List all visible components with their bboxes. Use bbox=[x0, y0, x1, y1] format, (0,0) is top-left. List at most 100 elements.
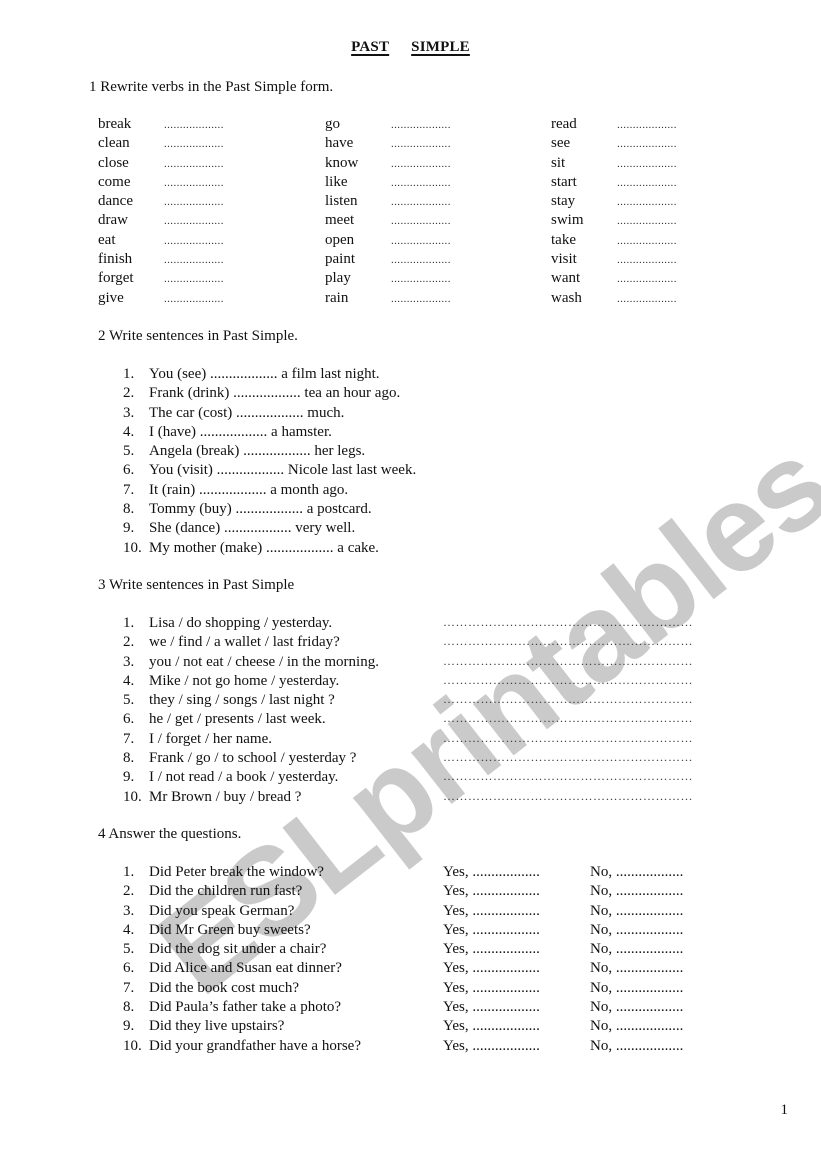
item-number: 1. bbox=[123, 366, 135, 382]
exercise-item: 6. he / get / presents / last week. ………………… bbox=[123, 711, 743, 730]
verb-answer-blank[interactable]: ................... bbox=[617, 177, 677, 189]
verb-answer-blank[interactable]: ................... bbox=[391, 119, 451, 131]
verb-row: listen................... bbox=[325, 193, 451, 212]
verb-answer-blank[interactable]: ................... bbox=[617, 235, 677, 247]
yes-answer-blank[interactable]: Yes, .................. bbox=[443, 960, 540, 977]
exercise-item: 4. I (have) .................. a hamster. bbox=[123, 424, 523, 443]
item-prompt: we / find / a wallet / last friday? bbox=[149, 634, 340, 651]
item-number: 6. bbox=[123, 462, 135, 479]
verb-answer-blank[interactable]: ................... bbox=[391, 177, 451, 189]
no-answer-blank[interactable]: No, .................. bbox=[590, 999, 683, 1016]
verb-answer-blank[interactable]: ................... bbox=[617, 119, 677, 131]
verb-answer-blank[interactable]: ................... bbox=[391, 215, 451, 227]
no-answer-blank[interactable]: No, .................. bbox=[590, 980, 683, 997]
yes-answer-blank[interactable]: Yes, .................. bbox=[443, 883, 540, 900]
no-answer-blank[interactable]: No, .................. bbox=[590, 1038, 683, 1055]
verb-answer-blank[interactable]: ................... bbox=[164, 293, 224, 305]
answer-line[interactable]: …………………………………………………… bbox=[443, 750, 693, 765]
verb-answer-blank[interactable]: ................... bbox=[391, 273, 451, 285]
verb-answer-blank[interactable]: ................... bbox=[391, 138, 451, 150]
verb-row: close................... bbox=[98, 155, 224, 174]
no-answer-blank[interactable]: No, .................. bbox=[590, 922, 683, 939]
item-number: 10. bbox=[123, 788, 142, 805]
no-answer-blank[interactable]: No, .................. bbox=[590, 864, 683, 881]
verb-answer-blank[interactable]: ................... bbox=[617, 273, 677, 285]
answer-line[interactable]: …………………………………………………… bbox=[443, 769, 693, 784]
no-answer-blank[interactable]: No, .................. bbox=[590, 903, 683, 920]
verb-row: like................... bbox=[325, 174, 451, 193]
yes-answer-blank[interactable]: Yes, .................. bbox=[443, 864, 540, 881]
verb-answer-blank[interactable]: ................... bbox=[391, 254, 451, 266]
verb-answer-blank[interactable]: ................... bbox=[164, 235, 224, 247]
yes-answer-blank[interactable]: Yes, .................. bbox=[443, 980, 540, 997]
yes-answer-blank[interactable]: Yes, .................. bbox=[443, 1038, 540, 1055]
answer-line[interactable]: …………………………………………………… bbox=[443, 634, 693, 649]
verb-row: finish................... bbox=[98, 251, 224, 270]
verb-row: start................... bbox=[551, 174, 677, 193]
verb-label: come bbox=[98, 173, 131, 190]
exercise-item: 2. we / find / a wallet / last friday? ………… bbox=[123, 634, 743, 653]
verb-label: know bbox=[325, 154, 359, 171]
verb-answer-blank[interactable]: ................... bbox=[391, 235, 451, 247]
verb-answer-blank[interactable]: ................... bbox=[391, 293, 451, 305]
verb-row: swim................... bbox=[551, 212, 677, 231]
verb-answer-blank[interactable]: ................... bbox=[164, 215, 224, 227]
verb-row: read................... bbox=[551, 116, 677, 135]
verb-row: open................... bbox=[325, 232, 451, 251]
item-text: You (see) .................. a film last… bbox=[149, 366, 380, 382]
item-number: 7. bbox=[123, 730, 135, 747]
verb-answer-blank[interactable]: ................... bbox=[391, 196, 451, 208]
item-number: 7. bbox=[123, 979, 135, 996]
yes-answer-blank[interactable]: Yes, .................. bbox=[443, 903, 540, 920]
item-text: You (visit) .................. Nicole la… bbox=[149, 462, 417, 479]
verb-row: wash................... bbox=[551, 290, 677, 309]
verb-answer-blank[interactable]: ................... bbox=[164, 119, 224, 131]
verb-answer-blank[interactable]: ................... bbox=[164, 196, 224, 208]
verb-answer-blank[interactable]: ................... bbox=[391, 158, 451, 170]
section2-list: 1. You (see) .................. a film la… bbox=[123, 366, 523, 559]
verb-column: break................... clean...........… bbox=[98, 116, 224, 309]
verb-answer-blank[interactable]: ................... bbox=[617, 293, 677, 305]
answer-line[interactable]: …………………………………………………… bbox=[443, 731, 693, 746]
page-number: 1 bbox=[780, 1102, 789, 1118]
verb-answer-blank[interactable]: ................... bbox=[617, 158, 677, 170]
item-number: 5. bbox=[123, 941, 135, 958]
item-number: 9. bbox=[123, 1018, 135, 1035]
no-answer-blank[interactable]: No, .................. bbox=[590, 883, 683, 900]
verb-row: forget................... bbox=[98, 270, 224, 289]
verb-row: come................... bbox=[98, 174, 224, 193]
verb-answer-blank[interactable]: ................... bbox=[164, 138, 224, 150]
answer-line[interactable]: …………………………………………………… bbox=[443, 615, 693, 630]
verb-answer-blank[interactable]: ................... bbox=[617, 254, 677, 266]
verb-answer-blank[interactable]: ................... bbox=[164, 273, 224, 285]
verb-answer-blank[interactable]: ................... bbox=[164, 158, 224, 170]
item-number: 10. bbox=[123, 539, 142, 556]
answer-line[interactable]: …………………………………………………… bbox=[443, 673, 693, 688]
verb-answer-blank[interactable]: ................... bbox=[617, 215, 677, 227]
yes-answer-blank[interactable]: Yes, .................. bbox=[443, 941, 540, 958]
answer-line[interactable]: …………………………………………………… bbox=[443, 789, 693, 804]
item-text: She (dance) .................. very well… bbox=[149, 520, 356, 537]
no-answer-blank[interactable]: No, .................. bbox=[590, 1018, 683, 1035]
yes-answer-blank[interactable]: Yes, .................. bbox=[443, 999, 540, 1016]
verb-answer-blank[interactable]: ................... bbox=[164, 254, 224, 266]
no-answer-blank[interactable]: No, .................. bbox=[590, 960, 683, 977]
answer-line[interactable]: …………………………………………………… bbox=[443, 711, 693, 726]
section3-heading: 3 Write sentences in Past Simple bbox=[98, 577, 295, 593]
item-prompt: Mike / not go home / yesterday. bbox=[149, 672, 340, 689]
answer-line[interactable]: …………………………………………………… bbox=[443, 692, 693, 707]
verb-answer-blank[interactable]: ................... bbox=[164, 177, 224, 189]
question-item: 7. Did the book cost much? Yes, ..........… bbox=[123, 980, 743, 999]
verb-answer-blank[interactable]: ................... bbox=[617, 138, 677, 150]
no-answer-blank[interactable]: No, .................. bbox=[590, 941, 683, 958]
verb-label: open bbox=[325, 231, 355, 248]
verb-row: know................... bbox=[325, 155, 451, 174]
answer-line[interactable]: …………………………………………………… bbox=[443, 654, 693, 669]
verb-label: see bbox=[551, 135, 571, 152]
exercise-item: 8. Frank / go / to school / yesterday ? ……… bbox=[123, 750, 743, 769]
item-number: 4. bbox=[123, 672, 135, 689]
yes-answer-blank[interactable]: Yes, .................. bbox=[443, 922, 540, 939]
verb-answer-blank[interactable]: ................... bbox=[617, 196, 677, 208]
question-text: Did the book cost much? bbox=[149, 979, 299, 996]
yes-answer-blank[interactable]: Yes, .................. bbox=[443, 1018, 540, 1035]
